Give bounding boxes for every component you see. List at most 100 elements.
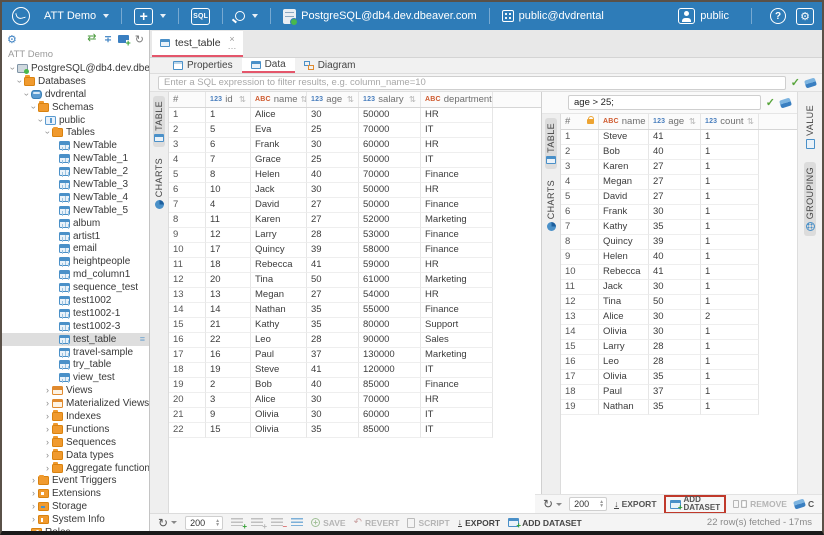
grouping-grid-cell[interactable]: 1 <box>701 205 759 220</box>
grouping-grid-cell[interactable]: 1 <box>701 130 759 145</box>
data-grid-rownum-cell[interactable]: 9 <box>169 228 206 243</box>
data-grid-cell[interactable]: 9 <box>206 408 251 423</box>
data-grid-row[interactable]: 1819Steve41120000IT <box>169 363 541 378</box>
user-menu[interactable]: public <box>674 6 733 26</box>
data-grid-cell[interactable]: 16 <box>206 348 251 363</box>
data-grid-row[interactable]: 1220Tina5061000Marketing <box>169 273 541 288</box>
grouping-grid-column-header-age[interactable]: 123age⇅ <box>649 114 701 129</box>
add-row-icon[interactable] <box>231 518 243 527</box>
data-grid-row[interactable]: 36Frank3060000HR <box>169 138 541 153</box>
data-grid-cell[interactable]: Finance <box>421 198 493 213</box>
grouping-grid-cell[interactable]: 41 <box>649 130 701 145</box>
data-grid-cell[interactable]: 2 <box>206 378 251 393</box>
data-grid-cell[interactable]: 59000 <box>359 258 421 273</box>
data-grid-rownum-cell[interactable]: 14 <box>169 303 206 318</box>
tab-diagram[interactable]: Diagram <box>295 58 365 73</box>
expand-arrow-icon[interactable]: › <box>43 386 52 395</box>
tree-item-functions[interactable]: ›Functions <box>2 423 149 436</box>
grouping-grid-cell[interactable]: Steve <box>599 130 649 145</box>
data-grid-column-header-department[interactable]: ABCdepartment⇅ <box>421 92 493 107</box>
grouping-grid-row[interactable]: 13Alice302 <box>561 310 797 325</box>
expand-arrow-icon[interactable]: › <box>29 502 38 511</box>
data-grid-rownum-cell[interactable]: 18 <box>169 363 206 378</box>
data-grid-rownum-cell[interactable]: 17 <box>169 348 206 363</box>
grouping-grid-column-header-name[interactable]: ABCname⇅ <box>599 114 649 129</box>
sort-icon[interactable]: ⇅ <box>347 92 354 107</box>
grouping-grid-cell[interactable]: David <box>599 190 649 205</box>
grouping-grid-cell[interactable]: 37 <box>649 385 701 400</box>
data-grid-row[interactable]: 2215Olivia3585000IT <box>169 423 541 438</box>
tree-item-test1002-3[interactable]: test1002-3 <box>2 320 149 333</box>
grouping-grid-cell[interactable]: 1 <box>701 280 759 295</box>
grouping-grid-cell[interactable]: 35 <box>649 370 701 385</box>
tree-item-databases[interactable]: ›Databases <box>2 75 149 88</box>
expand-arrow-icon[interactable]: › <box>29 476 38 485</box>
collapse-arrow-icon[interactable]: › <box>22 90 31 99</box>
grouping-grid-row[interactable]: 5David271 <box>561 190 797 205</box>
apply-grouping-icon[interactable]: ✓ <box>766 96 775 109</box>
data-grid-cell[interactable]: Olivia <box>251 408 307 423</box>
grouping-grid-rownum-cell[interactable]: 18 <box>561 385 599 400</box>
data-grid-cell[interactable]: Finance <box>421 228 493 243</box>
clear-filter-icon[interactable] <box>804 77 817 88</box>
tree-item-newtable-3[interactable]: NewTable_3 <box>2 178 149 191</box>
data-grid-cell[interactable]: 90000 <box>359 333 421 348</box>
data-grid-cell[interactable]: Eva <box>251 123 307 138</box>
data-grid-cell[interactable]: Finance <box>421 303 493 318</box>
new-connection-button[interactable]: + <box>130 6 170 27</box>
grouping-grid-cell[interactable]: Jack <box>599 280 649 295</box>
grouping-grid-row[interactable]: 2Bob401 <box>561 145 797 160</box>
expand-arrow-icon[interactable]: › <box>43 425 52 434</box>
tree-item-test-table[interactable]: test_table≡ <box>2 333 149 346</box>
fetch-size-input[interactable] <box>186 518 212 528</box>
grouping-grid-cell[interactable]: 1 <box>701 400 759 415</box>
grouping-grid-cell[interactable]: 1 <box>701 190 759 205</box>
tree-item-views[interactable]: ›Views <box>2 384 149 397</box>
grouping-grid-cell[interactable]: 50 <box>649 295 701 310</box>
expand-arrow-icon[interactable]: › <box>29 515 38 524</box>
item-menu-icon[interactable]: ≡ <box>140 334 147 344</box>
grouping-filter-input[interactable] <box>568 95 761 110</box>
grouping-grid-rownum-cell[interactable]: 10 <box>561 265 599 280</box>
grouping-grid-rownum-cell[interactable]: 19 <box>561 400 599 415</box>
data-grid-cell[interactable]: IT <box>421 123 493 138</box>
data-grid-cell[interactable]: HR <box>421 138 493 153</box>
tree-item-newtable-4[interactable]: NewTable_4 <box>2 191 149 204</box>
refresh-button[interactable]: ↻ <box>158 516 177 530</box>
data-grid-cell[interactable]: 53000 <box>359 228 421 243</box>
tree-item-schemas[interactable]: ›Schemas <box>2 101 149 114</box>
grouping-grid-cell[interactable]: Frank <box>599 205 649 220</box>
data-grid-cell[interactable]: HR <box>421 288 493 303</box>
data-grid-cell[interactable]: HR <box>421 183 493 198</box>
data-grid-cell[interactable]: Quincy <box>251 243 307 258</box>
data-grid-rownum-cell[interactable]: 5 <box>169 168 206 183</box>
data-grid-rownum-cell[interactable]: 16 <box>169 333 206 348</box>
apply-filter-icon[interactable]: ✓ <box>791 76 800 89</box>
tree-item-event-triggers[interactable]: ›Event Triggers <box>2 475 149 488</box>
refresh-icon[interactable]: ↻ <box>135 33 144 46</box>
grouping-grid-row[interactable]: 15Larry281 <box>561 340 797 355</box>
data-grid-cell[interactable]: 35 <box>307 423 359 438</box>
data-grid-rownum-cell[interactable]: 8 <box>169 213 206 228</box>
data-grid-cell[interactable]: 40 <box>307 168 359 183</box>
grouping-grid-cell[interactable]: Alice <box>599 310 649 325</box>
data-grid-column-header-age[interactable]: 123age⇅ <box>307 92 359 107</box>
expand-arrow-icon[interactable]: › <box>43 451 52 460</box>
expand-arrow-icon[interactable]: › <box>43 464 52 473</box>
clear-grouping-icon[interactable] <box>779 97 792 108</box>
sql-filter-input[interactable] <box>158 76 786 90</box>
grouping-grid-rownum-cell[interactable]: 12 <box>561 295 599 310</box>
panel-tab-grouping[interactable]: GROUPING <box>804 162 816 236</box>
data-grid-rownum-cell[interactable]: 19 <box>169 378 206 393</box>
grouping-grid-rownum-cell[interactable]: 11 <box>561 280 599 295</box>
tree-item-materialized-views[interactable]: ›Materialized Views <box>2 397 149 410</box>
grouping-refresh-button[interactable]: ↻ <box>543 497 562 511</box>
add-dataset-button[interactable]: ADD DATASET <box>508 518 582 528</box>
grouping-grid-cell[interactable]: Paul <box>599 385 649 400</box>
data-grid-cell[interactable]: 25 <box>307 153 359 168</box>
grouping-clear-button[interactable]: C <box>794 499 814 509</box>
data-grid-cell[interactable]: 120000 <box>359 363 421 378</box>
data-grid-cell[interactable]: 60000 <box>359 408 421 423</box>
data-grid-cell[interactable]: 18 <box>206 258 251 273</box>
tree-item-postgresql-db4-dev-dbe-[interactable]: ›PostgreSQL@db4.dev.dbe... <box>2 62 149 75</box>
